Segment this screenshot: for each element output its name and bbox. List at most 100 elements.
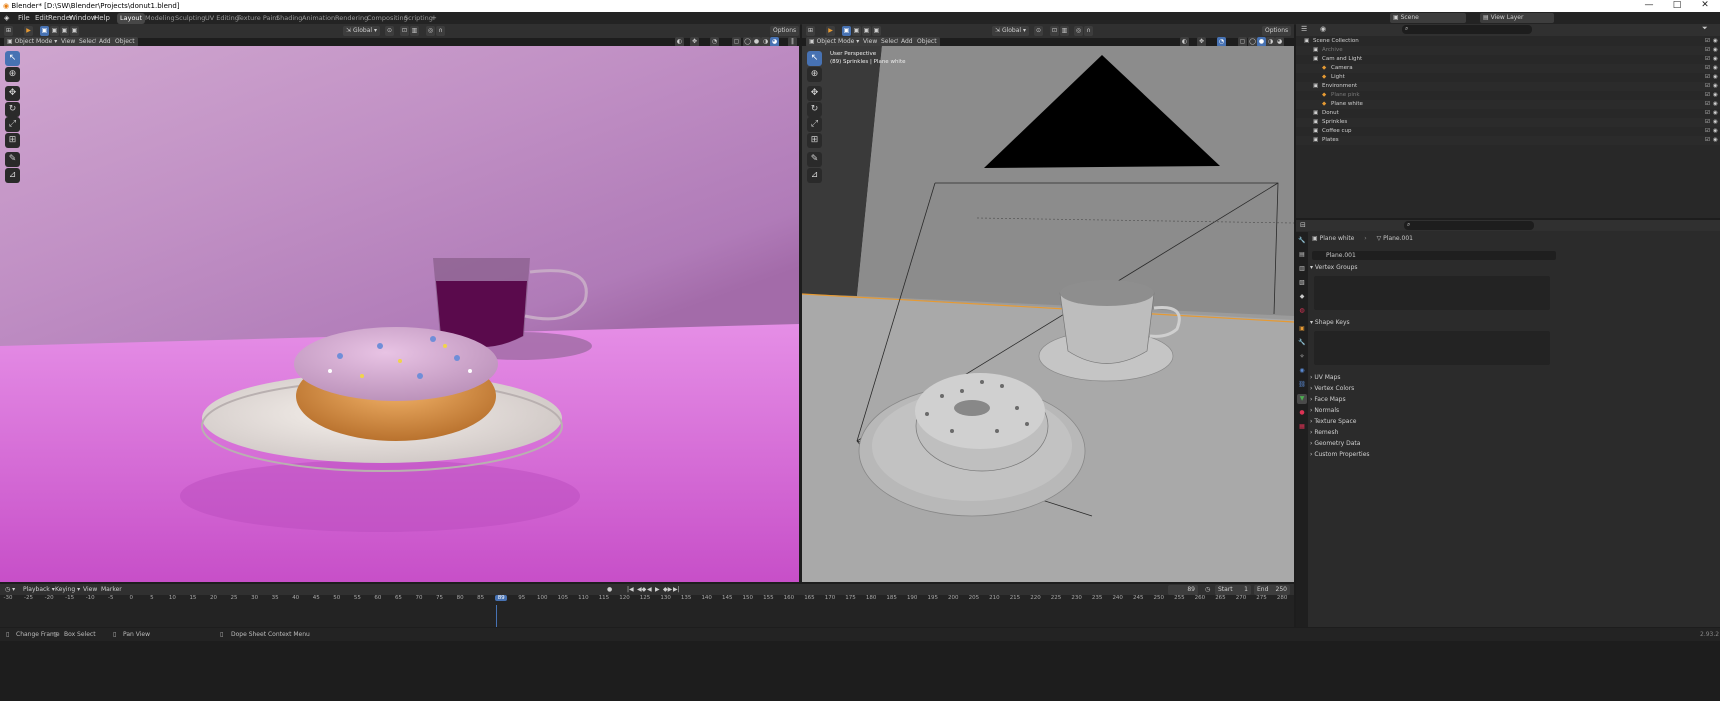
visibility-eye-icon[interactable]: ◉ xyxy=(1713,109,1718,118)
tool-rotate-icon[interactable]: ↻ xyxy=(5,102,20,117)
tool-move-icon[interactable]: ✥ xyxy=(5,86,20,101)
outliner-editor-icon[interactable]: ☰ xyxy=(1301,25,1307,33)
outliner-row[interactable]: ▣ Cam and Light ☑ ◉ xyxy=(1296,55,1720,64)
exclude-checkbox[interactable]: ☑ xyxy=(1705,46,1710,55)
section-texture-space[interactable]: › Texture Space xyxy=(1310,417,1356,427)
clock-icon[interactable]: ◷ xyxy=(1202,585,1213,595)
tool-cursor-icon[interactable]: ⊕ xyxy=(5,67,20,82)
section-remesh[interactable]: › Remesh xyxy=(1310,428,1338,438)
world-tab-icon[interactable]: ◍ xyxy=(1297,306,1307,316)
outliner-filter-icon[interactable]: ⏷ xyxy=(1702,24,1708,33)
minimize-button[interactable]: — xyxy=(1635,0,1663,12)
exclude-checkbox[interactable]: ☑ xyxy=(1705,118,1710,127)
exclude-checkbox[interactable]: ☑ xyxy=(1705,136,1710,145)
properties-editor-icon[interactable]: ⊟ xyxy=(1300,221,1306,229)
visibility-eye-icon[interactable]: ◉ xyxy=(1713,55,1718,64)
visibility-eye-icon[interactable]: ◉ xyxy=(1713,37,1718,46)
output-tab-icon[interactable]: ▥ xyxy=(1297,264,1307,274)
physics-tab-icon[interactable]: ◉ xyxy=(1297,366,1307,376)
tool-move-icon-right[interactable]: ✥ xyxy=(807,86,822,101)
start-frame-field[interactable]: Start 1 xyxy=(1215,585,1251,595)
visibility-eye-icon[interactable]: ◉ xyxy=(1713,73,1718,82)
outliner-row[interactable]: ▣ Sprinkles ☑ ◉ xyxy=(1296,118,1720,127)
outliner-row[interactable]: ▣ Donut ☑ ◉ xyxy=(1296,109,1720,118)
tool-select-icon[interactable]: ↖ xyxy=(5,51,20,66)
outliner-row[interactable]: ▣ Scene Collection ☑ ◉ xyxy=(1296,37,1720,46)
tool-transform-icon[interactable]: ⊞ xyxy=(5,133,20,148)
outliner-row[interactable]: ▣ Archive ☑ ◉ xyxy=(1296,46,1720,55)
maximize-button[interactable]: □ xyxy=(1663,0,1691,12)
exclude-checkbox[interactable]: ☑ xyxy=(1705,64,1710,73)
scene-selector[interactable]: ▣ Scene xyxy=(1390,13,1466,23)
scene-tab-icon[interactable]: ◆ xyxy=(1297,292,1307,302)
exclude-checkbox[interactable]: ☑ xyxy=(1705,100,1710,109)
tool-scale-icon-right[interactable]: ⤢ xyxy=(807,117,822,132)
shape-keys-list[interactable] xyxy=(1314,331,1550,365)
visibility-eye-icon[interactable]: ◉ xyxy=(1713,136,1718,145)
close-button[interactable]: ✕ xyxy=(1691,0,1719,12)
tab-layout[interactable]: Layout xyxy=(117,13,146,24)
mesh-datablock-field[interactable]: Plane.001 xyxy=(1312,251,1556,260)
menu-marker[interactable]: Marker xyxy=(98,585,125,595)
tool-measure-icon[interactable]: ⊿ xyxy=(5,168,20,183)
tool-tab-icon[interactable]: 🔧 xyxy=(1297,236,1307,246)
material-tab-icon[interactable]: ● xyxy=(1297,408,1307,418)
tool-rotate-icon-right[interactable]: ↻ xyxy=(807,102,822,117)
tool-measure-icon-right[interactable]: ⊿ xyxy=(807,168,822,183)
exclude-checkbox[interactable]: ☑ xyxy=(1705,82,1710,91)
exclude-checkbox[interactable]: ☑ xyxy=(1705,109,1710,118)
outliner-row[interactable]: ◆ Light ☑ ◉ xyxy=(1296,73,1720,82)
outliner-row[interactable]: ▣ Environment ☑ ◉ xyxy=(1296,82,1720,91)
view-layer-selector[interactable]: ▤ View Layer xyxy=(1480,13,1554,23)
particles-tab-icon[interactable]: ✧ xyxy=(1297,352,1307,362)
section-normals[interactable]: › Normals xyxy=(1310,406,1339,416)
section-shape-keys[interactable]: ▾ Shape Keys xyxy=(1310,318,1350,328)
outliner-search-input[interactable]: ⌕ xyxy=(1402,25,1532,34)
visibility-eye-icon[interactable]: ◉ xyxy=(1713,100,1718,109)
object-tab-icon[interactable]: ▣ xyxy=(1297,324,1307,334)
section-face-maps[interactable]: › Face Maps xyxy=(1310,395,1346,405)
outliner-row[interactable]: ▣ Plates ☑ ◉ xyxy=(1296,136,1720,145)
section-vertex-colors[interactable]: › Vertex Colors xyxy=(1310,384,1354,394)
section-uv-maps[interactable]: › UV Maps xyxy=(1310,373,1341,383)
timeline-ruler[interactable]: -30 -25 -20 -15 -10 -5 0 5 10 15 20 25 30 35 40 45 50 55 6… xyxy=(0,595,1294,627)
outliner-row[interactable]: ◆ Plane pink ☑ ◉ xyxy=(1296,91,1720,100)
exclude-checkbox[interactable]: ☑ xyxy=(1705,55,1710,64)
record-button[interactable]: ● xyxy=(604,585,615,595)
exclude-checkbox[interactable]: ☑ xyxy=(1705,127,1710,136)
render-tab-icon[interactable]: ▤ xyxy=(1297,250,1307,260)
tool-transform-icon-right[interactable]: ⊞ xyxy=(807,133,822,148)
jump-end-button[interactable]: ▶| xyxy=(670,585,683,595)
outliner-row[interactable]: ◆ Camera ☑ ◉ xyxy=(1296,64,1720,73)
view-layer-tab-icon[interactable]: ▧ xyxy=(1297,278,1307,288)
tool-annotate-icon-right[interactable]: ✎ xyxy=(807,152,822,167)
left-viewport-render[interactable]: ↖ ⊕ ✥ ↻ ⤢ ⊞ ✎ ⊿ xyxy=(0,46,799,582)
visibility-eye-icon[interactable]: ◉ xyxy=(1713,64,1718,73)
outliner-row[interactable]: ▣ Coffee cup ☑ ◉ xyxy=(1296,127,1720,136)
menu-keying[interactable]: Keying ▾ xyxy=(52,585,83,595)
visibility-eye-icon[interactable]: ◉ xyxy=(1713,46,1718,55)
constraints-tab-icon[interactable]: ⛓ xyxy=(1297,380,1307,390)
tool-scale-icon[interactable]: ⤢ xyxy=(5,117,20,132)
section-custom-properties[interactable]: › Custom Properties xyxy=(1310,450,1370,460)
exclude-checkbox[interactable]: ☑ xyxy=(1705,91,1710,100)
current-frame-field[interactable]: 89 xyxy=(1168,585,1198,595)
vertex-groups-list[interactable] xyxy=(1314,276,1550,310)
tool-annotate-icon[interactable]: ✎ xyxy=(5,152,20,167)
tool-select-icon-right[interactable]: ↖ xyxy=(807,51,822,66)
section-vertex-groups[interactable]: ▾ Vertex Groups xyxy=(1310,263,1358,273)
data-tab-icon[interactable]: ▼ xyxy=(1297,394,1307,404)
exclude-checkbox[interactable]: ☑ xyxy=(1705,37,1710,46)
properties-search-input[interactable]: ⌕ xyxy=(1404,221,1534,230)
visibility-eye-icon[interactable]: ◉ xyxy=(1713,82,1718,91)
visibility-eye-icon[interactable]: ◉ xyxy=(1713,127,1718,136)
outliner-display-icon[interactable]: ◉ xyxy=(1320,25,1326,33)
outliner-row[interactable]: ◆ Plane white ☑ ◉ xyxy=(1296,100,1720,109)
exclude-checkbox[interactable]: ☑ xyxy=(1705,73,1710,82)
right-viewport-solid[interactable]: User Perspective (89) Sprinkles | Plane … xyxy=(802,46,1294,582)
timeline-editor-icon[interactable]: ◷ ▾ xyxy=(2,585,18,595)
modifier-tab-icon[interactable]: 🔧 xyxy=(1297,338,1307,348)
tool-cursor-icon-right[interactable]: ⊕ xyxy=(807,67,822,82)
end-frame-field[interactable]: End 250 xyxy=(1254,585,1290,595)
visibility-eye-icon[interactable]: ◉ xyxy=(1713,118,1718,127)
